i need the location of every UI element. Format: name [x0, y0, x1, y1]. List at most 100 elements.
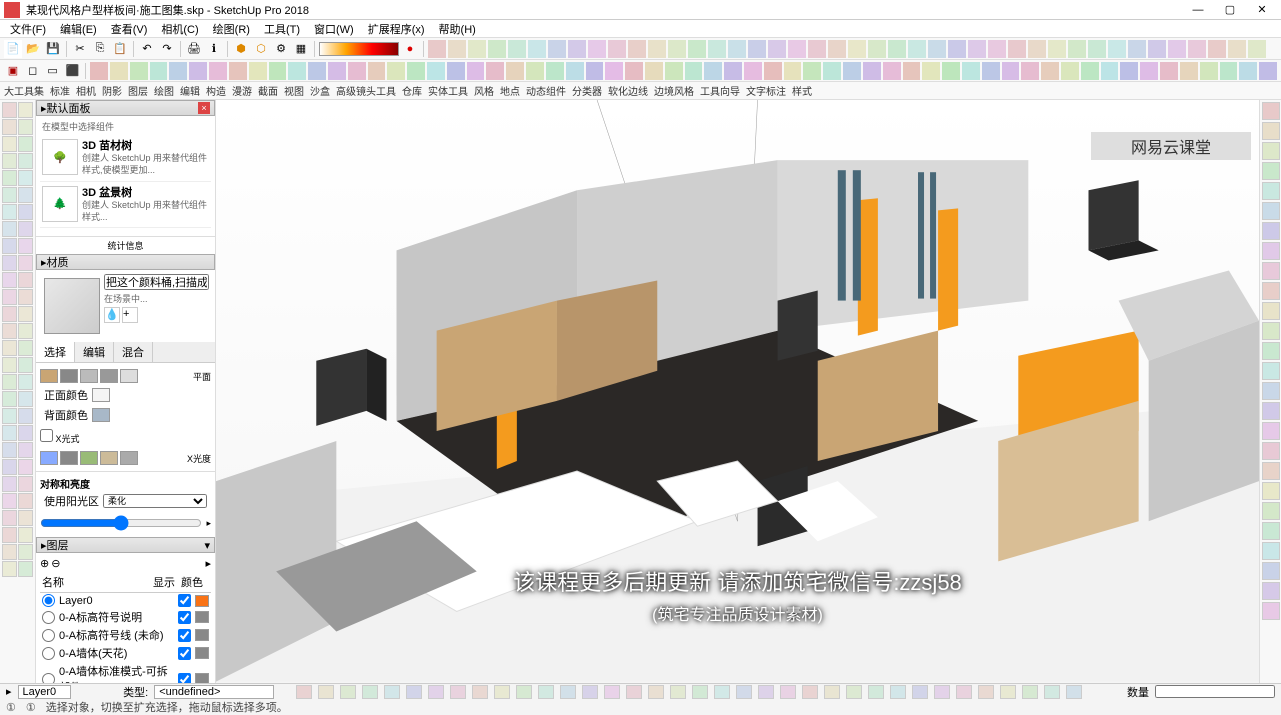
tool2-icon[interactable] [883, 62, 901, 80]
layer-visible-check[interactable] [178, 647, 191, 660]
tool2-icon[interactable] [1101, 62, 1119, 80]
menu-draw[interactable]: 绘图(R) [207, 19, 256, 39]
shape-icon[interactable]: ◻ [24, 62, 42, 80]
menu-edit[interactable]: 编辑(E) [54, 19, 103, 39]
components-panel-header[interactable]: ▸默认面板 × [36, 100, 215, 116]
env-swatch-icon[interactable] [40, 451, 58, 465]
right-tool-19-icon[interactable] [1262, 482, 1280, 500]
tool2-icon[interactable] [90, 62, 108, 80]
tool2-icon[interactable] [368, 62, 386, 80]
left-tool-13-icon[interactable] [18, 204, 33, 220]
tool-icon[interactable] [1188, 40, 1206, 58]
right-tool-11-icon[interactable] [1262, 322, 1280, 340]
mat-create-icon[interactable]: + [122, 307, 138, 323]
layers-panel-header[interactable]: ▸图层 ▾ [36, 537, 215, 553]
ttb-21[interactable]: 工具向导 [700, 83, 740, 98]
layout-icon[interactable]: ▦ [292, 40, 310, 58]
tool2-icon[interactable] [744, 62, 762, 80]
tool2-icon[interactable] [942, 62, 960, 80]
tool2-icon[interactable] [189, 62, 207, 80]
ttb-16[interactable]: 地点 [500, 83, 520, 98]
right-tool-16-icon[interactable] [1262, 422, 1280, 440]
model-info-icon[interactable]: ℹ [205, 40, 223, 58]
layer-color-swatch[interactable] [195, 611, 209, 623]
menu-view[interactable]: 查看(V) [105, 19, 154, 39]
tool2-icon[interactable] [803, 62, 821, 80]
tool-icon[interactable] [1228, 40, 1246, 58]
status-tool-0-icon[interactable] [296, 685, 312, 699]
right-tool-0-icon[interactable] [1262, 102, 1280, 120]
layer-radio[interactable] [42, 594, 55, 607]
tool2-icon[interactable] [407, 62, 425, 80]
status-tool-19-icon[interactable] [714, 685, 730, 699]
menu-window[interactable]: 窗口(W) [308, 19, 360, 39]
tool-icon[interactable] [768, 40, 786, 58]
tool-icon[interactable] [1208, 40, 1226, 58]
left-tool-55-icon[interactable] [18, 561, 33, 577]
ttb-4[interactable]: 图层 [128, 83, 148, 98]
style-swatch-icon[interactable] [100, 369, 118, 383]
status-tool-10-icon[interactable] [516, 685, 532, 699]
right-tool-3-icon[interactable] [1262, 162, 1280, 180]
left-tool-18-icon[interactable] [2, 255, 17, 271]
layer-radio[interactable] [42, 629, 55, 642]
ttb-18[interactable]: 分类器 [572, 83, 602, 98]
tool-icon[interactable] [928, 40, 946, 58]
layer-visible-check[interactable] [178, 629, 191, 642]
tool-icon[interactable] [728, 40, 746, 58]
style-swatch-icon[interactable] [40, 369, 58, 383]
status-tool-35-icon[interactable] [1066, 685, 1082, 699]
left-tool-8-icon[interactable] [2, 170, 17, 186]
tool2-icon[interactable] [486, 62, 504, 80]
components-close-icon[interactable]: × [198, 102, 210, 114]
left-tool-44-icon[interactable] [2, 476, 17, 492]
tool2-icon[interactable] [903, 62, 921, 80]
right-tool-10-icon[interactable] [1262, 302, 1280, 320]
stop-icon[interactable]: ● [401, 40, 419, 58]
tool2-icon[interactable] [308, 62, 326, 80]
materials-panel-header[interactable]: ▸材质 [36, 254, 215, 270]
remove-layer-icon[interactable]: ⊖ [51, 557, 60, 570]
status-tool-4-icon[interactable] [384, 685, 400, 699]
tool2-icon[interactable] [1120, 62, 1138, 80]
status-tool-1-icon[interactable] [318, 685, 334, 699]
front-color-swatch[interactable] [92, 388, 110, 402]
tab-edit[interactable]: 编辑 [75, 342, 114, 362]
tool2-icon[interactable] [169, 62, 187, 80]
layer-visible-check[interactable] [178, 611, 191, 624]
tool-icon[interactable] [668, 40, 686, 58]
left-tool-35-icon[interactable] [18, 391, 33, 407]
left-tool-3-icon[interactable] [18, 119, 33, 135]
tool2-icon[interactable] [209, 62, 227, 80]
tool2-icon[interactable] [526, 62, 544, 80]
tool-icon[interactable] [888, 40, 906, 58]
left-tool-17-icon[interactable] [18, 238, 33, 254]
tool-icon[interactable] [808, 40, 826, 58]
tool2-icon[interactable] [1220, 62, 1238, 80]
layer-menu-icon[interactable]: ▸ [205, 557, 211, 570]
ttb-10[interactable]: 视图 [284, 83, 304, 98]
status-tool-24-icon[interactable] [824, 685, 840, 699]
status-tool-26-icon[interactable] [868, 685, 884, 699]
tool2-icon[interactable] [1061, 62, 1079, 80]
tool-icon[interactable] [748, 40, 766, 58]
left-tool-19-icon[interactable] [18, 255, 33, 271]
tool2-icon[interactable] [288, 62, 306, 80]
status-tool-15-icon[interactable] [626, 685, 642, 699]
left-tool-29-icon[interactable] [18, 340, 33, 356]
open-icon[interactable]: 📂 [24, 40, 42, 58]
tool2-icon[interactable] [1160, 62, 1178, 80]
tool2-icon[interactable] [1180, 62, 1198, 80]
left-tool-9-icon[interactable] [18, 170, 33, 186]
left-tool-23-icon[interactable] [18, 289, 33, 305]
ttb-14[interactable]: 实体工具 [428, 83, 468, 98]
tool2-icon[interactable] [467, 62, 485, 80]
left-tool-14-icon[interactable] [2, 221, 17, 237]
status-tool-11-icon[interactable] [538, 685, 554, 699]
menu-tools[interactable]: 工具(T) [258, 19, 306, 39]
left-tool-25-icon[interactable] [18, 306, 33, 322]
warehouse-icon[interactable]: ⬢ [232, 40, 250, 58]
tool2-icon[interactable] [427, 62, 445, 80]
tool2-icon[interactable] [506, 62, 524, 80]
tool2-icon[interactable] [784, 62, 802, 80]
